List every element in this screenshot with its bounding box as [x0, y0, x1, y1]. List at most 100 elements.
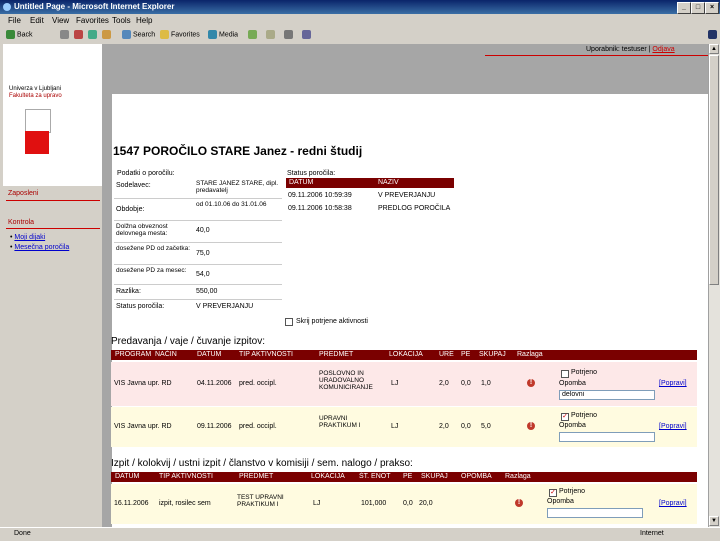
refresh-button[interactable]: [88, 30, 99, 39]
title-bar: Untitled Page - Microsoft Internet Explo…: [0, 0, 720, 14]
report-fields: Sodelavec: STARE JANEZ STARE, dipl. pred…: [114, 178, 284, 314]
note-input[interactable]: [559, 432, 655, 442]
print-button[interactable]: [284, 30, 295, 39]
scroll-down-icon[interactable]: ▼: [709, 516, 719, 526]
field-value: od 01.10.06 do 31.01.06: [196, 201, 267, 208]
sidebar-divider-2: [6, 228, 100, 229]
menu-tools[interactable]: Tools: [112, 16, 131, 25]
sidebar-divider-1: [6, 200, 100, 201]
favorites-button[interactable]: Favorites: [160, 30, 200, 39]
confirm-checkbox[interactable]: [561, 370, 569, 378]
refresh-icon: [88, 30, 97, 39]
mail-button[interactable]: [266, 30, 277, 39]
ie-logo-icon: [708, 30, 719, 39]
field-label: Obdobje:: [116, 206, 145, 213]
close-button[interactable]: ×: [705, 2, 719, 14]
field-label: Razlika:: [116, 288, 141, 295]
edit-button[interactable]: [302, 30, 313, 39]
field-label: Status poročila:: [116, 303, 165, 310]
zone-text: Internet: [640, 530, 664, 537]
logo-emblem-icon: [25, 109, 51, 133]
user-info: Uporabnik: testuser | Odjava: [586, 46, 675, 53]
lectures-title: Predavanja / vaje / čuvanje izpitov:: [111, 336, 265, 347]
status-header: DATUM NAZIV: [286, 178, 454, 188]
edit-link[interactable]: [Popravi]: [659, 500, 687, 507]
menu-file[interactable]: File: [8, 16, 21, 25]
ie-icon: [3, 3, 11, 11]
field-label: dosežene PD od začetka:: [116, 245, 191, 252]
field-label: dosežene PD za mesec:: [116, 267, 187, 274]
hide-confirmed-checkbox[interactable]: [285, 318, 293, 326]
field-label: Sodelavec:: [116, 182, 151, 189]
history-button[interactable]: [248, 30, 259, 39]
forward-button[interactable]: [60, 30, 71, 39]
confirm-checkbox[interactable]: ✓: [561, 413, 569, 421]
error-icon[interactable]: !: [527, 379, 535, 387]
hide-confirmed-label: Skrij potrjene aktivnosti: [296, 318, 368, 325]
search-button[interactable]: Search: [122, 30, 155, 39]
window-title: Untitled Page - Microsoft Internet Explo…: [14, 2, 175, 11]
sidebar-section-1: Zaposleni: [8, 190, 39, 197]
stop-button[interactable]: [74, 30, 85, 39]
status-heading: Status poročila:: [287, 170, 336, 177]
userbar-line: [485, 55, 708, 56]
field-value: 40,0: [196, 227, 210, 234]
report-heading: Podatki o poročilu:: [117, 170, 175, 177]
field-value: 75,0: [196, 250, 210, 257]
logo-text-2: Fakulteta za upravo: [9, 93, 62, 99]
sidebar-item-dijaki[interactable]: • Moji dijaki: [10, 234, 45, 241]
edit-link[interactable]: [Popravi]: [659, 380, 687, 387]
table-row: VIS Javna upr. RD 09.11.2006 pred. occip…: [111, 407, 697, 447]
menu-edit[interactable]: Edit: [30, 16, 44, 25]
home-button[interactable]: [102, 30, 113, 39]
mail-icon: [266, 30, 275, 39]
forward-icon: [60, 30, 69, 39]
field-value: 54,0: [196, 271, 210, 278]
stop-icon: [74, 30, 83, 39]
note-input[interactable]: [547, 508, 643, 518]
back-icon: [6, 30, 15, 39]
error-icon[interactable]: !: [515, 499, 523, 507]
error-icon[interactable]: !: [527, 422, 535, 430]
table-row: VIS Javna upr. RD 04.11.2006 pred. occip…: [111, 362, 697, 406]
status-text: Done: [14, 530, 31, 537]
sidebar-item-porocila[interactable]: • Mesečna poročila: [10, 244, 69, 251]
media-icon: [208, 30, 217, 39]
table-row: 16.11.2006 izpit, rosilec sem TEST UPRAV…: [111, 484, 697, 524]
page-title: 1547 POROČILO STARE Janez - redni študij: [113, 144, 363, 158]
note-input[interactable]: [559, 390, 655, 400]
field-value: 550,00: [196, 288, 218, 295]
star-icon: [160, 30, 169, 39]
confirm-checkbox[interactable]: ✓: [549, 489, 557, 497]
exams-header: DATUM TIP AKTIVNOSTI PREDMET LOKACIJA ŠT…: [111, 472, 697, 482]
field-label: Dolžna obveznost delovnega mesta:: [116, 223, 168, 237]
field-value: V PREVERJANJU: [196, 303, 254, 310]
edit-icon: [302, 30, 311, 39]
search-icon: [122, 30, 131, 39]
logo-area: Univerza v Ljubljani Fakulteta za upravo: [3, 44, 102, 186]
print-icon: [284, 30, 293, 39]
history-icon: [248, 30, 257, 39]
exams-title: Izpit / kolokvij / ustni izpit / članstv…: [111, 458, 413, 469]
media-button[interactable]: Media: [208, 30, 238, 39]
lectures-header: PROGRAM NAČIN DATUM TIP AKTIVNOSTI PREDM…: [111, 350, 697, 360]
logo-text-1: Univerza v Ljubljani: [9, 86, 62, 92]
menu-view[interactable]: View: [52, 16, 69, 25]
back-button[interactable]: Back: [6, 30, 33, 39]
logout-link[interactable]: Odjava: [652, 46, 674, 53]
toolbar: Back Search Favorites Media: [0, 27, 720, 45]
scroll-thumb[interactable]: [709, 55, 719, 285]
menu-help[interactable]: Help: [136, 16, 152, 25]
home-icon: [102, 30, 111, 39]
logo-red-square: [25, 131, 49, 154]
sidebar-section-2: Kontrola: [8, 219, 35, 226]
edit-link[interactable]: [Popravi]: [659, 423, 687, 430]
menu-bar: File Edit View Favorites Tools Help: [0, 14, 720, 27]
minimize-button[interactable]: _: [677, 2, 691, 14]
menu-favorites[interactable]: Favorites: [76, 16, 109, 25]
maximize-button[interactable]: □: [691, 2, 705, 14]
status-bar: Done Internet: [0, 527, 720, 541]
status-row: 09.11.2006 10:58:38 PREDLOG POROČILA: [288, 205, 451, 212]
field-value: STARE JANEZ STARE, dipl. predavatelj: [196, 180, 279, 194]
scroll-up-icon[interactable]: ▲: [709, 44, 719, 54]
